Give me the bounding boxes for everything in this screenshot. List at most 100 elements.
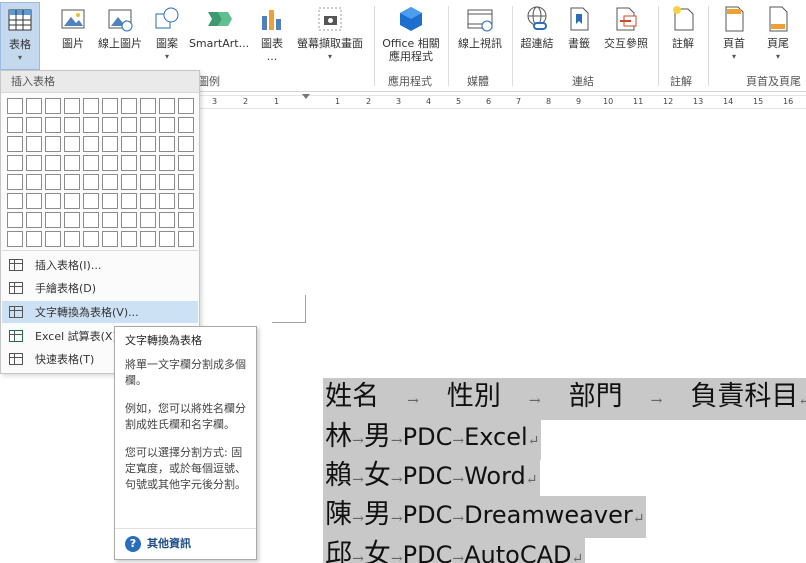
table-grid-cell[interactable]: [64, 231, 80, 247]
table-grid-cell[interactable]: [45, 231, 61, 247]
comment-button[interactable]: 註解: [664, 2, 702, 70]
table-grid-cell[interactable]: [178, 174, 194, 190]
table-grid-cell[interactable]: [26, 117, 42, 133]
table-grid-cell[interactable]: [159, 155, 175, 171]
table-grid-cell[interactable]: [159, 98, 175, 114]
table-grid-cell[interactable]: [7, 174, 23, 190]
table-grid-cell[interactable]: [102, 231, 118, 247]
table-grid-cell[interactable]: [45, 117, 61, 133]
table-grid-cell[interactable]: [26, 231, 42, 247]
table-grid-cell[interactable]: [102, 98, 118, 114]
table-grid-cell[interactable]: [140, 174, 156, 190]
table-grid-cell[interactable]: [26, 174, 42, 190]
table-grid-cell[interactable]: [45, 212, 61, 228]
cross-reference-button[interactable]: 交互參照: [600, 2, 652, 70]
table-grid-cell[interactable]: [102, 136, 118, 152]
table-grid-cell[interactable]: [7, 231, 23, 247]
table-grid-cell[interactable]: [45, 98, 61, 114]
table-grid-cell[interactable]: [140, 155, 156, 171]
table-grid-cell[interactable]: [140, 136, 156, 152]
table-grid-cell[interactable]: [140, 98, 156, 114]
table-grid-cell[interactable]: [121, 174, 137, 190]
table-grid-cell[interactable]: [64, 155, 80, 171]
table-grid-cell[interactable]: [159, 174, 175, 190]
indent-marker[interactable]: [302, 94, 310, 99]
table-grid-cell[interactable]: [64, 174, 80, 190]
table-grid-cell[interactable]: [64, 136, 80, 152]
table-grid-cell[interactable]: [64, 193, 80, 209]
chart-button[interactable]: 圖表 ...: [256, 2, 288, 70]
table-grid-cell[interactable]: [178, 117, 194, 133]
table-button[interactable]: 表格 ▾: [0, 2, 40, 70]
table-grid-cell[interactable]: [159, 136, 175, 152]
table-grid-cell[interactable]: [178, 155, 194, 171]
table-grid-cell[interactable]: [45, 193, 61, 209]
horizontal-ruler[interactable]: 3 2 1 1 2 3 4 5 6 7 8 9 10 11 12 13 14 1…: [198, 94, 806, 109]
table-grid-cell[interactable]: [83, 193, 99, 209]
menu-item-draw-table[interactable]: 手繪表格(D): [2, 277, 198, 299]
table-grid-cell[interactable]: [26, 212, 42, 228]
office-apps-button[interactable]: Office 相關 應用程式: [378, 2, 444, 70]
table-grid-cell[interactable]: [159, 193, 175, 209]
table-grid-cell[interactable]: [140, 193, 156, 209]
table-grid-cell[interactable]: [102, 174, 118, 190]
table-grid-cell[interactable]: [7, 136, 23, 152]
table-grid-cell[interactable]: [64, 98, 80, 114]
bookmark-button[interactable]: 書籤: [562, 2, 596, 70]
table-grid-cell[interactable]: [7, 155, 23, 171]
table-grid-cell[interactable]: [159, 117, 175, 133]
table-grid-cell[interactable]: [7, 212, 23, 228]
table-grid-cell[interactable]: [159, 231, 175, 247]
footer-button[interactable]: 頁尾 ▾: [758, 2, 798, 70]
table-grid-cell[interactable]: [178, 212, 194, 228]
hyperlink-button[interactable]: 超連結: [516, 2, 558, 70]
table-grid-cell[interactable]: [121, 155, 137, 171]
menu-item-insert-table[interactable]: 插入表格(I)...: [2, 254, 198, 276]
table-grid-cell[interactable]: [159, 212, 175, 228]
table-grid-cell[interactable]: [83, 174, 99, 190]
picture-button[interactable]: 圖片: [56, 2, 90, 70]
online-picture-button[interactable]: 線上圖片: [94, 2, 146, 70]
table-grid-cell[interactable]: [45, 174, 61, 190]
table-grid-cell[interactable]: [178, 136, 194, 152]
table-grid-cell[interactable]: [102, 117, 118, 133]
table-grid-cell[interactable]: [121, 212, 137, 228]
table-grid-cell[interactable]: [83, 155, 99, 171]
table-grid-cell[interactable]: [121, 231, 137, 247]
table-grid-cell[interactable]: [64, 117, 80, 133]
table-grid-cell[interactable]: [83, 231, 99, 247]
table-grid-cell[interactable]: [102, 193, 118, 209]
smartart-button[interactable]: SmartArt...: [188, 2, 250, 70]
table-grid-cell[interactable]: [83, 212, 99, 228]
table-grid-cell[interactable]: [83, 136, 99, 152]
table-grid-cell[interactable]: [102, 155, 118, 171]
tooltip-help-link[interactable]: ? 其他資訊: [115, 528, 256, 559]
table-grid-cell[interactable]: [26, 193, 42, 209]
table-grid-cell[interactable]: [140, 212, 156, 228]
shapes-button[interactable]: 圖案 ▾: [149, 2, 185, 70]
table-grid-cell[interactable]: [83, 98, 99, 114]
table-grid-cell[interactable]: [102, 212, 118, 228]
table-grid-cell[interactable]: [7, 117, 23, 133]
table-grid-cell[interactable]: [26, 155, 42, 171]
table-grid-cell[interactable]: [178, 98, 194, 114]
table-grid-cell[interactable]: [7, 98, 23, 114]
table-grid-cell[interactable]: [45, 155, 61, 171]
screenshot-button[interactable]: 螢幕擷取畫面 ▾: [291, 2, 369, 70]
menu-item-convert-text-to-table[interactable]: 文字轉換為表格(V)...: [2, 301, 198, 323]
document-line[interactable]: 邱→女→PDC→AutoCAD↵: [306, 498, 586, 563]
table-grid-cell[interactable]: [121, 98, 137, 114]
table-grid-cell[interactable]: [121, 136, 137, 152]
table-grid-cell[interactable]: [140, 231, 156, 247]
table-grid-cell[interactable]: [7, 193, 23, 209]
table-grid-cell[interactable]: [45, 136, 61, 152]
table-grid-cell[interactable]: [121, 117, 137, 133]
table-grid-cell[interactable]: [178, 193, 194, 209]
header-button[interactable]: 頁首 ▾: [714, 2, 754, 70]
table-grid-cell[interactable]: [26, 136, 42, 152]
table-grid-cell[interactable]: [140, 117, 156, 133]
table-grid-cell[interactable]: [178, 231, 194, 247]
table-grid-cell[interactable]: [26, 98, 42, 114]
online-video-button[interactable]: 線上視訊: [452, 2, 508, 70]
table-grid-cell[interactable]: [83, 117, 99, 133]
